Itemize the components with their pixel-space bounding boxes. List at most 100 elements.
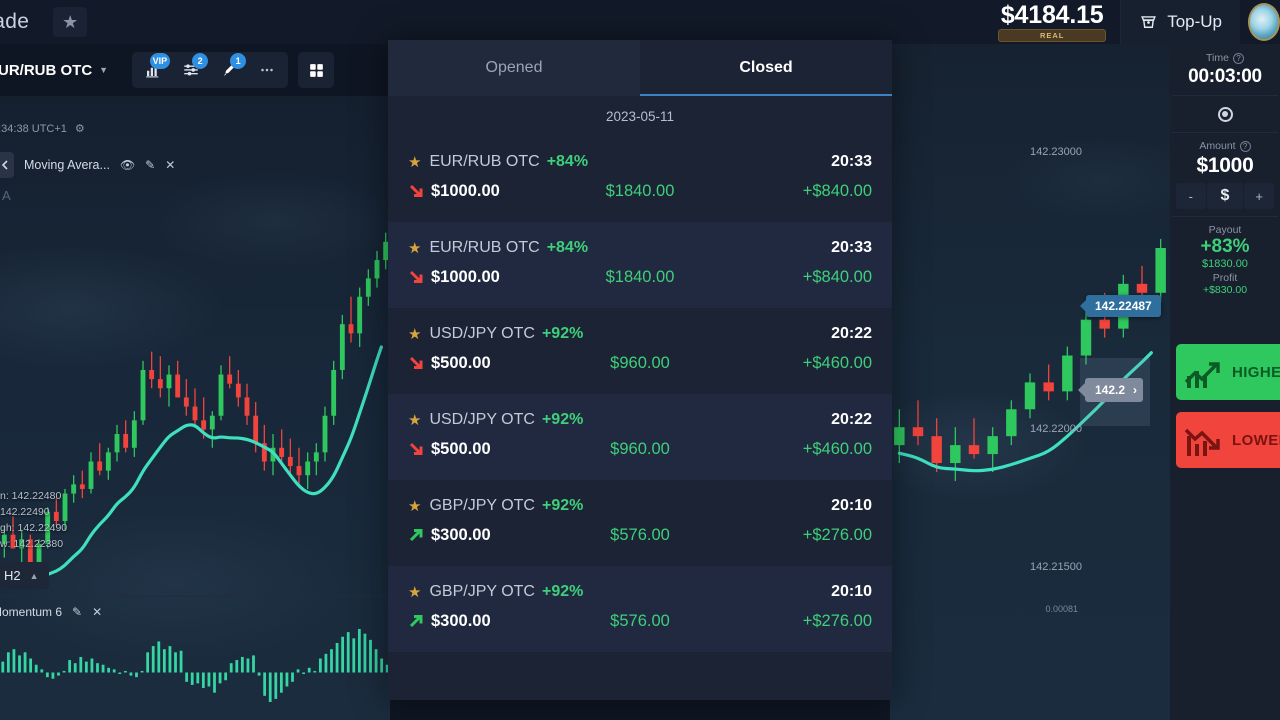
- amount-control[interactable]: Amount ? $1000 - $ +: [1170, 140, 1280, 209]
- trade-row-values: $500.00 $960.00 +$460.00: [408, 436, 872, 462]
- momentum-histogram: [1, 629, 389, 703]
- arrow-up-icon: [409, 615, 423, 628]
- trade-row[interactable]: ★ EUR/RUB OTC +84% 20:33 $1000.00 $1840.00 +$8…: [388, 222, 892, 308]
- eye-icon[interactable]: 👁: [120, 158, 135, 172]
- trade-time: 20:22: [831, 411, 872, 428]
- higher-button[interactable]: HIGHER: [1176, 344, 1280, 400]
- trade-time: 20:10: [831, 583, 872, 600]
- star-icon[interactable]: ★: [408, 327, 421, 342]
- top-bar-right: $4184.15 REAL Top-Up: [984, 0, 1280, 44]
- trade-pnl: +$276.00: [802, 525, 872, 544]
- trade-percent: +92%: [541, 497, 584, 514]
- time-caption-label: Time: [1206, 52, 1229, 64]
- price-chart-right[interactable]: 142.23000 142.22000 142.21500 142.22487 …: [890, 0, 1170, 720]
- collapse-panel-button[interactable]: [0, 152, 14, 178]
- drawing-tools-button[interactable]: 1: [210, 52, 248, 88]
- star-icon[interactable]: ★: [408, 413, 421, 428]
- pencil-icon[interactable]: ✎: [72, 605, 82, 619]
- star-icon[interactable]: ★: [408, 499, 421, 514]
- tab-opened[interactable]: Opened: [388, 40, 640, 96]
- balance-display[interactable]: $4184.15 REAL: [984, 2, 1120, 43]
- trading-platform-screen: rade ★ $4184.15 REAL Top-Up: [0, 0, 1280, 720]
- favorites-button[interactable]: ★: [53, 7, 88, 37]
- top-up-button[interactable]: Top-Up: [1121, 0, 1240, 44]
- lower-button[interactable]: LOWER: [1176, 412, 1280, 468]
- divider: [1172, 216, 1278, 217]
- trade-row-header: ★ USD/JPY OTC +92% 20:22: [408, 322, 872, 346]
- arrow-down-icon: [409, 270, 423, 283]
- gear-icon[interactable]: ⚙: [75, 122, 85, 135]
- tab-closed[interactable]: Closed: [640, 40, 892, 96]
- price-chart-left[interactable]: 3:34:38 UTC+1 ⚙ Moving Avera... 👁 ✎ ✕ A …: [0, 96, 390, 720]
- trade-percent: +84%: [546, 239, 589, 256]
- star-icon: ★: [62, 12, 79, 32]
- chart-settings-button[interactable]: 2: [172, 52, 210, 88]
- trade-stake: $500.00: [431, 353, 491, 372]
- payout-amount: $1830.00: [1202, 257, 1248, 270]
- trade-stake: $1000.00: [431, 181, 500, 200]
- session-time: 3:34:38 UTC+1: [0, 122, 67, 135]
- top-up-label: Top-Up: [1167, 12, 1222, 31]
- trade-pnl: +$460.00: [802, 439, 872, 458]
- chevron-right-icon: ›: [1133, 383, 1138, 397]
- trades-panel: Opened Closed 2023-05-11 ★ EUR/RUB OTC +84…: [388, 40, 892, 700]
- trade-row[interactable]: ★ EUR/RUB OTC +84% 20:33 $1000.00 $1840.00 +$8…: [388, 136, 892, 222]
- tool-badge: 2: [192, 53, 209, 69]
- trend-down-icon: [1184, 428, 1220, 456]
- price-tick: 142.21500: [1030, 561, 1082, 573]
- amount-increase-button[interactable]: +: [1244, 183, 1274, 209]
- trade-row-values: $1000.00 $1840.00 +$840.00: [408, 178, 872, 204]
- time-control[interactable]: Time ? 00:03:00: [1170, 52, 1280, 88]
- close-icon[interactable]: ✕: [165, 158, 175, 172]
- chart-side-label: A: [2, 188, 11, 203]
- trade-percent: +92%: [541, 325, 584, 342]
- star-icon[interactable]: ★: [408, 155, 421, 170]
- strike-price-badge[interactable]: 142.2 ›: [1077, 378, 1144, 402]
- pencil-icon[interactable]: ✎: [145, 158, 155, 172]
- trades-date: 2023-05-11: [605, 108, 675, 124]
- symbol-selector[interactable]: EUR/RUB OTC ▼: [0, 53, 118, 87]
- time-mode-button[interactable]: [1170, 103, 1280, 125]
- star-icon[interactable]: ★: [408, 585, 421, 600]
- more-options-button[interactable]: [248, 52, 286, 88]
- ohlc-readout: n: 142.22480 142.22490 gh: 142.22490 w: …: [0, 488, 67, 552]
- close-icon[interactable]: ✕: [92, 605, 102, 619]
- currency-button[interactable]: $: [1206, 183, 1244, 209]
- trade-stake: $300.00: [431, 611, 491, 630]
- trade-stake: $300.00: [431, 525, 491, 544]
- arrow-up-icon: [409, 529, 423, 542]
- info-icon[interactable]: ?: [1239, 140, 1251, 152]
- chevron-up-icon: ▲: [29, 570, 39, 581]
- profile-button[interactable]: [1240, 0, 1280, 44]
- chart-session-info: 3:34:38 UTC+1 ⚙: [0, 122, 85, 136]
- trades-list[interactable]: ★ EUR/RUB OTC +84% 20:33 $1000.00 $1840.00 +$8…: [388, 136, 892, 700]
- trade-row[interactable]: ★ GBP/JPY OTC +92% 20:10 $300.00 $576.00 +$276…: [388, 566, 892, 652]
- divider: [1172, 132, 1278, 133]
- trade-pair: USD/JPY OTC: [429, 325, 535, 342]
- layout-grid-button[interactable]: [298, 52, 335, 88]
- ohlc-line: 142.22490: [0, 506, 50, 518]
- arrow-down-icon: [409, 356, 423, 369]
- lower-label: LOWER: [1232, 431, 1280, 449]
- arrow-down-icon: [409, 442, 423, 455]
- trade-row[interactable]: ★ USD/JPY OTC +92% 20:22 $500.00 $960.00 +$460…: [388, 308, 892, 394]
- timeframe-selector[interactable]: H2 ▲: [0, 562, 49, 589]
- amount-decrease-button[interactable]: -: [1176, 183, 1206, 209]
- price-tick: 142.23000: [1030, 146, 1082, 158]
- trade-pnl: +$460.00: [802, 353, 872, 372]
- amount-caption: Amount ?: [1176, 140, 1274, 152]
- app-brand: rade: [0, 10, 30, 33]
- trend-up-icon: [1184, 362, 1220, 388]
- trade-row-header: ★ USD/JPY OTC +92% 20:22: [408, 408, 872, 432]
- info-icon[interactable]: ?: [1232, 52, 1244, 64]
- chart-toolbar: EUR/RUB OTC ▼ VIP: [0, 44, 380, 96]
- trade-row[interactable]: ★ GBP/JPY OTC +92% 20:10 $300.00 $576.00 +$276…: [388, 480, 892, 566]
- star-icon[interactable]: ★: [408, 241, 421, 256]
- indicators-button[interactable]: VIP: [134, 52, 172, 88]
- trade-pair: EUR/RUB OTC: [429, 153, 540, 170]
- trade-row[interactable]: ★ USD/JPY OTC +92% 20:22 $500.00 $960.00 +$460…: [388, 394, 892, 480]
- divider: [1172, 95, 1278, 96]
- strike-price-label: 142.2: [1095, 383, 1126, 397]
- trade-percent: +92%: [541, 411, 584, 428]
- chevron-down-icon: ▼: [99, 65, 109, 75]
